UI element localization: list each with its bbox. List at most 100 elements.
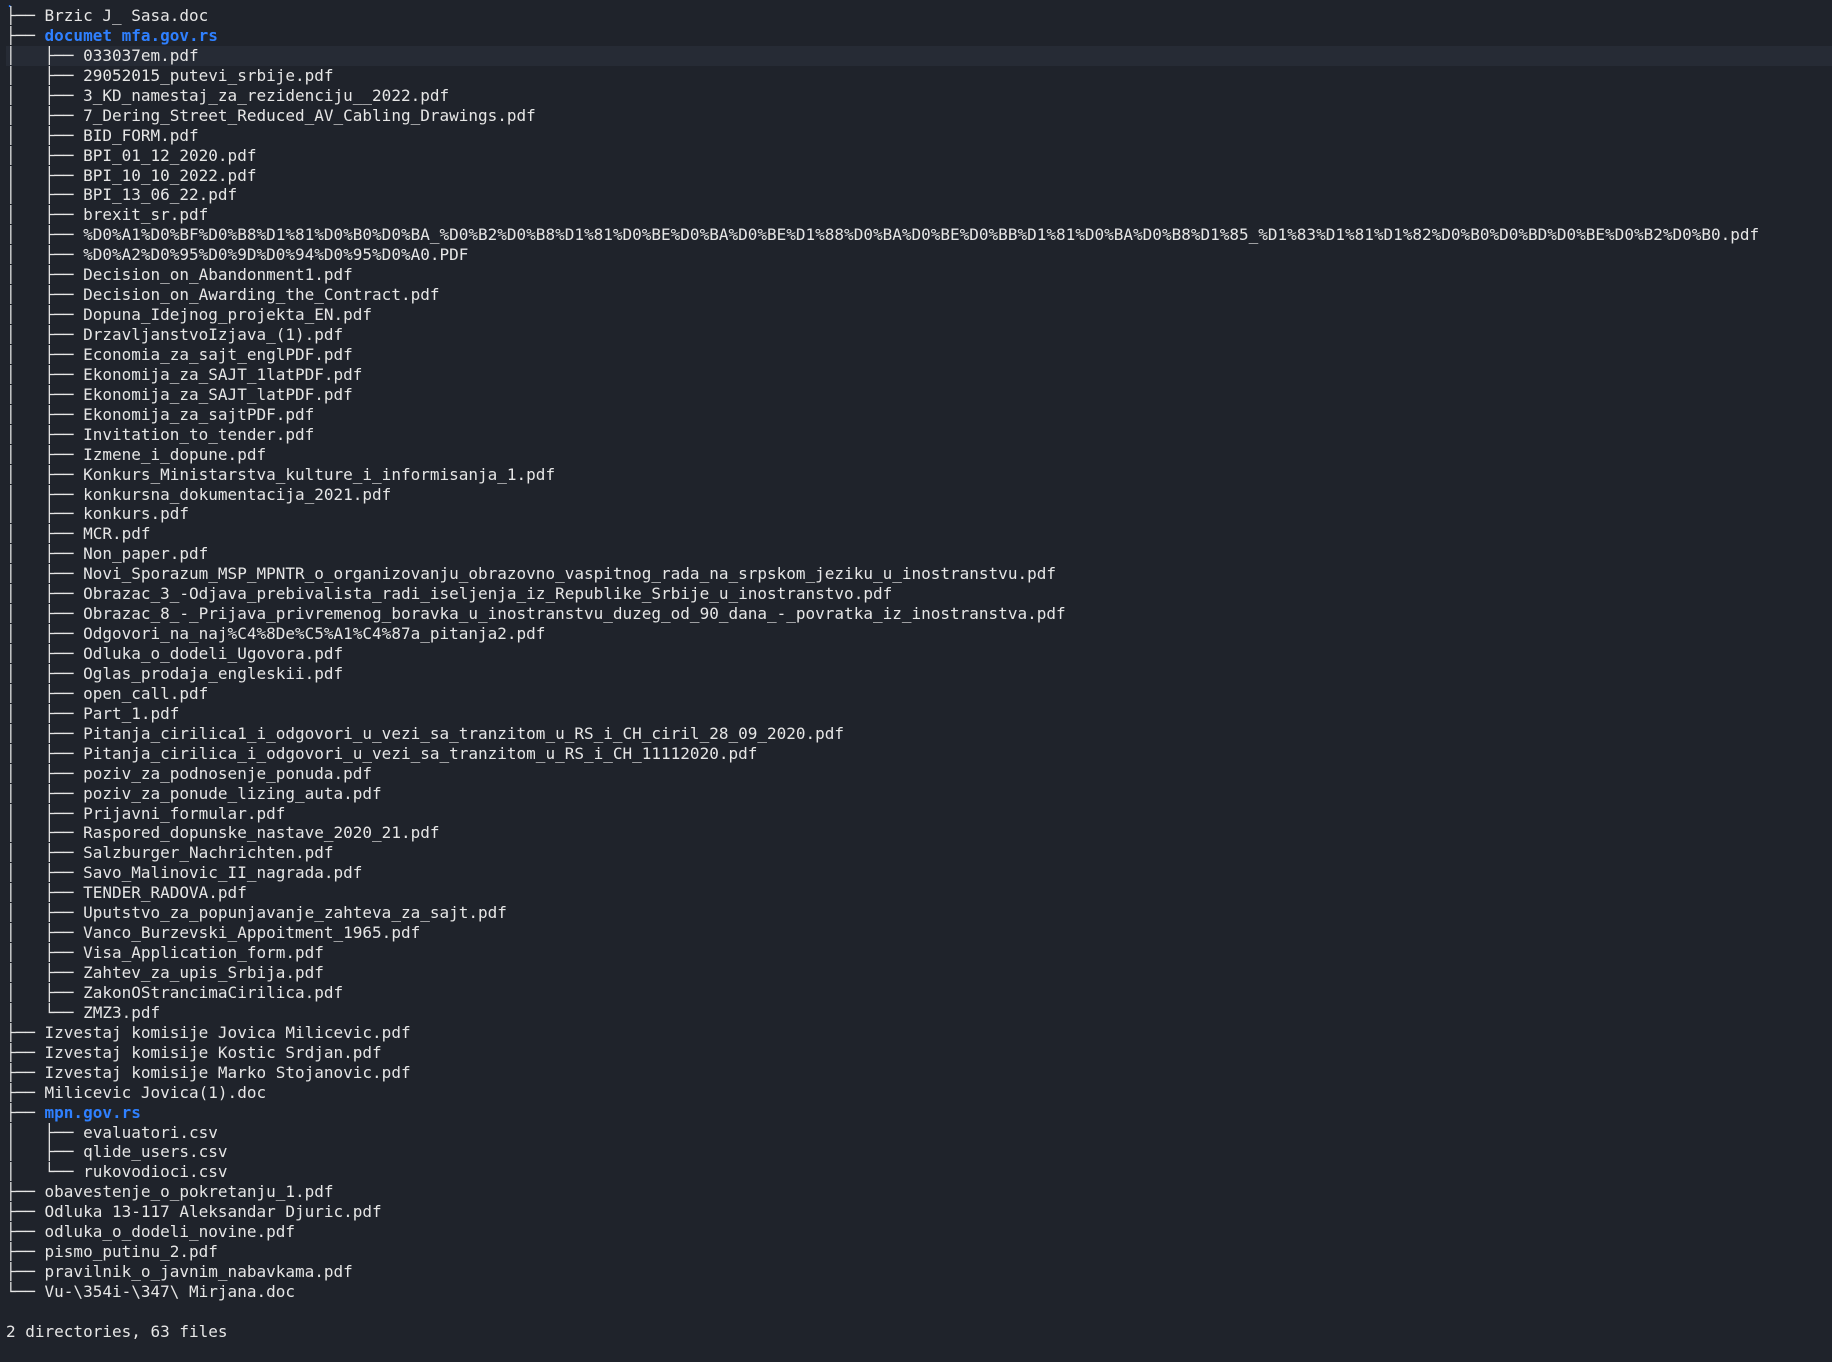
terminal-window[interactable]: . ├── Brzic J_ Sasa.doc ├── documet mfa.g… — [0, 0, 1832, 1362]
tree-branch-lines: ├── — [6, 1262, 45, 1282]
tree-file-row: │ ├── BPI_13_06_22.pdf — [6, 185, 1832, 205]
file-name: BID_FORM.pdf — [83, 125, 199, 145]
file-name: 3_KD_namestaj_za_rezidenciju__2022.pdf — [83, 85, 450, 105]
tree-branch-lines: │ ├── — [6, 105, 84, 125]
tree-file-row: │ ├── BPI_10_10_2022.pdf — [6, 166, 1832, 186]
file-name: DrzavljanstvoIzjava_(1).pdf — [83, 325, 344, 344]
file-name: Izmene_i_dopune.pdf — [83, 444, 267, 464]
tree-branch-lines: │ └── — [6, 1002, 84, 1022]
tree-file-row: │ ├── poziv_za_podnosenje_ponuda.pdf — [6, 764, 1832, 784]
tree-file-row: │ ├── open_call.pdf — [6, 684, 1832, 704]
file-name: Raspored_dopunske_nastave_2020_21.pdf — [83, 823, 440, 843]
tree-file-row: │ ├── DrzavljanstvoIzjava_(1).pdf — [6, 325, 1832, 345]
tree-file-row: │ ├── Odgovori_na_naj%C4%8De%C5%A1%C4%87… — [6, 624, 1832, 644]
tree-branch-lines: │ ├── — [6, 245, 84, 265]
tree-branch-lines: │ ├── — [6, 504, 84, 524]
tree-file-row: │ ├── %D0%A1%D0%BF%D0%B8%D1%81%D0%B0%D0%… — [6, 225, 1832, 245]
file-name: qlide_users.csv — [83, 1142, 228, 1162]
tree-file-row: │ ├── Non_paper.pdf — [6, 544, 1832, 564]
tree-branch-lines: │ ├── — [6, 265, 84, 285]
file-name: Pitanja_cirilica_i_odgovori_u_vezi_sa_tr… — [83, 743, 758, 763]
file-name: Vu-\354i-\347\ Mirjana.doc — [44, 1282, 295, 1301]
tree-file-row: │ ├── poziv_za_ponude_lizing_auta.pdf — [6, 784, 1832, 804]
file-name: BPI_10_10_2022.pdf — [83, 165, 257, 185]
tree-branch-lines: ├── — [6, 1202, 45, 1222]
tree-file-row: │ ├── 29052015_putevi_srbije.pdf — [6, 66, 1832, 86]
tree-file-row: │ ├── Prijavni_formular.pdf — [6, 804, 1832, 824]
tree-file-row: │ ├── qlide_users.csv — [6, 1142, 1832, 1162]
tree-branch-lines: │ ├── — [6, 225, 84, 245]
file-name: evaluatori.csv — [83, 1122, 218, 1142]
tree-file-row: │ ├── Pitanja_cirilica1_i_odgovori_u_vez… — [6, 724, 1832, 744]
file-name: poziv_za_ponude_lizing_auta.pdf — [83, 783, 382, 803]
tree-branch-lines: │ ├── — [6, 1142, 84, 1162]
tree-branch-lines: │ ├── — [6, 404, 84, 424]
file-name: odluka_o_dodeli_novine.pdf — [44, 1222, 295, 1242]
file-name: Uputstvo_za_popunjavanje_zahteva_za_sajt… — [83, 903, 507, 923]
file-name: Zahtev_za_upis_Srbija.pdf — [83, 963, 324, 982]
tree-file-row: ├── pismo_putinu_2.pdf — [6, 1242, 1832, 1262]
tree-file-row: │ ├── Pitanja_cirilica_i_odgovori_u_vezi… — [6, 744, 1832, 764]
tree-branch-lines: │ ├── — [6, 384, 84, 404]
tree-file-row: │ ├── Obrazac_8_-_Prijava_privremenog_bo… — [6, 604, 1832, 624]
tree-file-row: ├── obavestenje_o_pokretanju_1.pdf — [6, 1182, 1832, 1202]
directory-name: mpn.gov.rs — [44, 1102, 141, 1122]
tree-file-row: │ ├── Izmene_i_dopune.pdf — [6, 445, 1832, 465]
tree-file-row: │ ├── Odluka_o_dodeli_Ugovora.pdf — [6, 644, 1832, 664]
file-name: Milicevic Jovica(1).doc — [44, 1082, 267, 1102]
file-name: brexit_sr.pdf — [83, 205, 209, 225]
tree-file-row: │ ├── ZakonOStrancimaCirilica.pdf — [6, 983, 1832, 1003]
tree-file-row: │ ├── brexit_sr.pdf — [6, 205, 1832, 225]
tree-branch-lines: │ ├── — [6, 823, 84, 843]
file-name: Vanco_Burzevski_Appoitment_1965.pdf — [83, 923, 421, 943]
file-name: konkurs.pdf — [83, 504, 190, 524]
tree-file-row: │ ├── 033037em.pdf — [6, 45, 1832, 66]
tree-branch-lines: │ ├── — [6, 524, 84, 544]
tree-branch-lines: │ ├── — [6, 963, 84, 982]
tree-branch-lines: │ ├── — [6, 165, 84, 185]
file-name: Oglas_prodaja_engleskii.pdf — [83, 663, 344, 683]
file-name: obavestenje_o_pokretanju_1.pdf — [44, 1182, 334, 1202]
file-name: 29052015_putevi_srbije.pdf — [83, 65, 334, 85]
file-name: Economia_za_sajt_englPDF.pdf — [83, 344, 353, 364]
file-name: Odgovori_na_naj%C4%8De%C5%A1%C4%87a_pita… — [83, 624, 546, 644]
tree-file-row: │ ├── Visa_Application_form.pdf — [6, 943, 1832, 963]
file-name: %D0%A2%D0%95%D0%9D%D0%94%D0%95%D0%A0.PDF — [83, 245, 469, 265]
tree-file-row: │ ├── Ekonomija_za_sajtPDF.pdf — [6, 405, 1832, 425]
tree-file-row: │ ├── Raspored_dopunske_nastave_2020_21.… — [6, 823, 1832, 843]
file-name: pravilnik_o_javnim_nabavkama.pdf — [44, 1262, 353, 1282]
tree-branch-lines: │ ├── — [6, 285, 84, 305]
tree-file-row: │ ├── Obrazac_3_-Odjava_prebivalista_rad… — [6, 584, 1832, 604]
tree-file-row: │ ├── MCR.pdf — [6, 524, 1832, 544]
file-name: Ekonomija_za_SAJT_1latPDF.pdf — [83, 364, 363, 384]
tree-file-row: ├── Izvestaj komisije Jovica Milicevic.p… — [6, 1023, 1832, 1043]
tree-file-row: │ ├── Decision_on_Abandonment1.pdf — [6, 265, 1832, 285]
tree-file-row: │ ├── konkursna_dokumentacija_2021.pdf — [6, 485, 1832, 505]
tree-branch-lines: │ ├── — [6, 903, 84, 923]
tree-file-row: │ ├── Dopuna_Idejnog_projekta_EN.pdf — [6, 305, 1832, 325]
tree-branch-lines: ├── — [6, 1022, 45, 1042]
tree-file-row: │ ├── Novi_Sporazum_MSP_MPNTR_o_organizo… — [6, 564, 1832, 584]
tree-branch-lines: │ ├── — [6, 883, 84, 903]
file-name: Dopuna_Idejnog_projekta_EN.pdf — [83, 305, 373, 325]
tree-branch-lines: │ ├── — [6, 803, 84, 823]
tree-branch-lines: ├── — [6, 6, 45, 25]
tree-file-row: │ ├── Uputstvo_za_popunjavanje_zahteva_z… — [6, 903, 1832, 923]
tree-file-row: │ ├── Oglas_prodaja_engleskii.pdf — [6, 664, 1832, 684]
file-name: Odluka 13-117 Aleksandar Djuric.pdf — [44, 1202, 382, 1222]
tree-branch-lines: │ └── — [6, 1162, 84, 1182]
tree-branch-lines: │ ├── — [6, 484, 84, 504]
tree-branch-lines: │ ├── — [6, 364, 84, 384]
tree-branch-lines: │ ├── — [6, 982, 84, 1002]
directory-name: documet mfa.gov.rs — [44, 25, 218, 45]
tree-branch-lines: │ ├── — [6, 564, 84, 584]
tree-branch-lines: ├── — [6, 25, 45, 45]
tree-branch-lines: │ ├── — [6, 205, 84, 225]
tree-branch-lines: │ ├── — [6, 305, 84, 325]
file-name: Izvestaj komisije Jovica Milicevic.pdf — [44, 1022, 411, 1042]
tree-branch-lines: │ ├── — [6, 923, 84, 943]
tree-branch-lines: │ ├── — [6, 344, 84, 364]
file-name: MCR.pdf — [83, 524, 151, 544]
file-name: Part_1.pdf — [83, 703, 180, 723]
tree-directory-row: ├── mpn.gov.rs — [6, 1103, 1832, 1123]
